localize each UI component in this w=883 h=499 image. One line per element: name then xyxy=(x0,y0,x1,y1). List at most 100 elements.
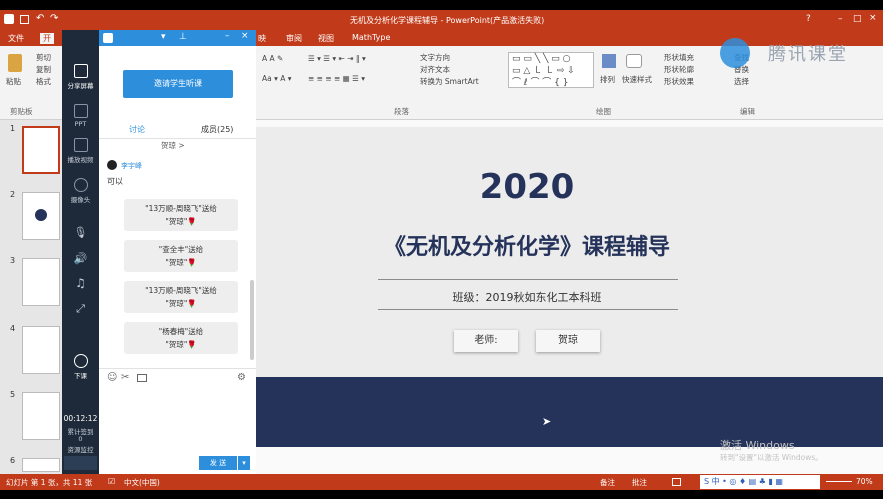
slide-counter: 幻灯片 第 1 张，共 11 张 xyxy=(6,478,93,487)
slide-thumbnail[interactable] xyxy=(22,192,60,240)
align-text-button[interactable]: 对齐文本 xyxy=(420,64,450,75)
shape-fill-button[interactable]: 形状填充 xyxy=(664,52,694,63)
redo-icon[interactable]: ↷ xyxy=(50,13,58,24)
smartart-button[interactable]: 转换为 SmartArt xyxy=(420,76,479,87)
slide-thumbnail[interactable] xyxy=(22,258,60,306)
pin-icon[interactable]: ⊥ xyxy=(179,32,187,42)
slide-thumbnail[interactable] xyxy=(22,458,60,472)
image-icon[interactable] xyxy=(137,374,147,382)
arrange-icon[interactable] xyxy=(602,54,616,68)
tab-review[interactable]: 审阅 xyxy=(286,33,302,44)
quick-styles-icon[interactable] xyxy=(626,54,642,68)
shape-outline-button[interactable]: 形状轮廓 xyxy=(664,64,694,75)
slide-thumbnail[interactable] xyxy=(22,392,60,440)
tab-members[interactable]: 成员(25) xyxy=(201,124,233,135)
chat-input-field[interactable] xyxy=(99,388,256,452)
invite-students-button[interactable]: 邀请学生听课 xyxy=(123,70,233,98)
ppt-button[interactable]: PPT xyxy=(62,104,99,128)
zoom-slider[interactable] xyxy=(826,481,852,482)
gift-message-recipient: "贺琼"🌹 xyxy=(124,297,238,310)
scissors-icon[interactable]: ✂ xyxy=(121,372,129,383)
arrange-button[interactable]: 排列 xyxy=(600,74,615,85)
panel-close-icon[interactable]: × xyxy=(241,31,249,41)
rose-icon: 🌹 xyxy=(187,217,197,226)
zoom-level[interactable]: 70% xyxy=(856,477,873,486)
select-button[interactable]: 选择 xyxy=(734,76,749,87)
camera-button[interactable]: 摄像头 xyxy=(62,178,99,204)
tab-mathtype[interactable]: MathType xyxy=(352,33,390,42)
camera-label: 摄像头 xyxy=(70,196,91,204)
save-icon[interactable] xyxy=(20,15,29,24)
play-video-button[interactable]: 播放视频 xyxy=(62,138,99,164)
help-button[interactable]: ? xyxy=(806,14,811,24)
send-button[interactable]: 发 送 xyxy=(199,456,237,470)
chat-scrollbar[interactable] xyxy=(250,280,254,360)
microphone-button[interactable]: 🎙 xyxy=(62,226,99,239)
taskbar-tray-icons[interactable]: S 中 • ◎ ♦ ▤ ♣ ▮ ▦ xyxy=(700,475,820,489)
emoji-icon[interactable]: ☺ xyxy=(107,372,117,383)
minimize-button[interactable]: – xyxy=(838,14,843,24)
fullscreen-button[interactable]: ⤢ xyxy=(62,302,99,316)
end-class-label: 下课 xyxy=(74,372,87,380)
cut-button[interactable]: 剪切 xyxy=(36,52,51,63)
tab-home[interactable]: 开 xyxy=(40,33,54,44)
chat-user-message: 可以 xyxy=(107,177,123,186)
dropdown-icon[interactable]: ▾ xyxy=(161,32,166,42)
thumb-number: 5 xyxy=(10,390,16,399)
undo-icon[interactable]: ↶ xyxy=(36,13,44,24)
slide-thumbnail-panel: 1 2 3 4 5 6 xyxy=(0,120,62,474)
share-screen-button[interactable]: 分享屏幕 xyxy=(62,64,99,90)
shape-effects-button[interactable]: 形状效果 xyxy=(664,76,694,87)
music-button[interactable]: ♫ xyxy=(62,276,99,290)
tab-slideshow[interactable]: 映 xyxy=(258,33,266,44)
proofing-icon[interactable]: ☑ xyxy=(108,477,115,486)
maximize-button[interactable]: □ xyxy=(853,14,862,24)
gift-recipient-name: "贺琼" xyxy=(165,258,188,267)
paste-button[interactable]: 粘贴 xyxy=(6,76,21,87)
list-controls[interactable]: ☰ ▾ ☰ ▾ ⇤ ⇥ ‖ ▾ xyxy=(308,54,366,63)
font-color-controls[interactable]: Aa ▾ A ▾ xyxy=(262,74,292,83)
send-options-button[interactable]: ▾ xyxy=(238,456,250,470)
paste-icon[interactable] xyxy=(8,54,22,72)
avatar xyxy=(107,160,117,170)
clipboard-group-label: 剪贴板 xyxy=(10,107,33,116)
gift-recipient-name: "贺琼" xyxy=(165,299,188,308)
invite-students-label: 邀请学生听课 xyxy=(154,79,202,88)
tab-file[interactable]: 文件 xyxy=(8,33,24,44)
quick-styles-button[interactable]: 快速样式 xyxy=(622,74,652,85)
font-size-controls[interactable]: A A ✎ xyxy=(262,54,283,63)
normal-view-icon[interactable] xyxy=(672,478,681,486)
gift-message: "13万顺-周晓飞"送给 "贺琼"🌹 xyxy=(124,199,238,231)
align-controls[interactable]: ≡ ≡ ≡ ≡ ▦ ☰ ▾ xyxy=(308,74,365,83)
comments-button[interactable]: 批注 xyxy=(632,477,647,488)
thumb-number: 3 xyxy=(10,256,16,265)
tab-view[interactable]: 视图 xyxy=(318,33,334,44)
panel-minimize-icon[interactable]: – xyxy=(225,31,230,41)
end-class-button[interactable]: 下课 xyxy=(62,354,99,380)
shapes-gallery[interactable]: ▭ ▭ ╲ ╲ ▭ ○ ▭ △ ㇄ ㇄ ⇨ ⇩ ⌒ ℓ ⌒ ⌒ { } xyxy=(508,52,594,88)
tencent-class-logo-icon xyxy=(720,38,750,68)
gift-recipient-name: "贺琼" xyxy=(165,217,188,226)
tab-discussion[interactable]: 讨论 xyxy=(129,124,145,135)
copy-button[interactable]: 复制 xyxy=(36,64,51,75)
resource-monitor-label[interactable]: 资源监控 xyxy=(62,444,99,454)
settings-gear-icon[interactable]: ⚙ xyxy=(237,372,246,383)
class-divider-bottom xyxy=(378,309,678,310)
tabs-divider xyxy=(99,138,256,139)
notes-button[interactable]: 备注 xyxy=(600,477,615,488)
rose-icon: 🌹 xyxy=(187,299,197,308)
text-direction-button[interactable]: 文字方向 xyxy=(420,52,450,63)
slide-thumbnail[interactable] xyxy=(22,126,60,174)
share-screen-label: 分享屏幕 xyxy=(67,82,94,90)
close-button[interactable]: × xyxy=(869,13,877,23)
slide-thumbnail[interactable] xyxy=(22,326,60,374)
format-painter-button[interactable]: 格式 xyxy=(36,76,51,87)
thumb-number: 4 xyxy=(10,324,16,333)
slide-canvas[interactable]: 2020 《无机及分析化学》课程辅导 班级：2019秋如东化工本科班 老师: 贺… xyxy=(256,127,883,447)
speaker-button[interactable]: 🔊 xyxy=(62,252,99,265)
mouse-cursor-icon: ➤ xyxy=(542,415,552,428)
slide-year: 2020 xyxy=(479,167,575,207)
teacher-label-box: 老师: xyxy=(454,330,518,352)
drawing-group-label: 绘图 xyxy=(596,107,611,116)
chat-partial-top: 贺琼 > xyxy=(161,141,185,150)
